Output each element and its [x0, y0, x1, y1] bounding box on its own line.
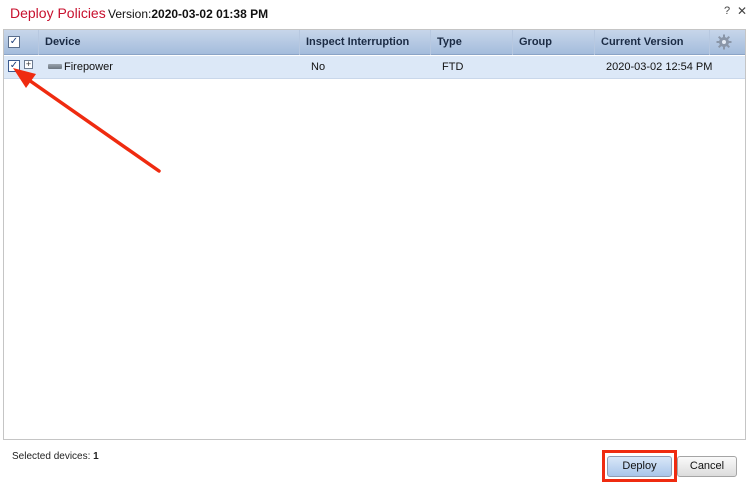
table-row[interactable]: ✓ + Firepower No FTD 2020-03-02 12:54 PM — [4, 56, 745, 79]
column-header-type[interactable]: Type — [430, 30, 512, 55]
cell-group — [518, 56, 524, 79]
cell-current-version: 2020-03-02 12:54 PM — [606, 61, 713, 73]
deploy-button[interactable]: Deploy — [607, 456, 672, 477]
column-header-inspect-interruption[interactable]: Inspect Interruption — [299, 30, 430, 55]
column-header-group[interactable]: Group — [512, 30, 594, 55]
selected-devices-label: Selected devices: — [12, 451, 91, 462]
selected-devices-info: Selected devices: 1 — [12, 451, 99, 462]
device-grid: ✓ Device Inspect Interruption Type Group… — [3, 29, 746, 440]
gear-icon[interactable] — [716, 34, 732, 50]
cell-device: Firepower — [64, 61, 113, 73]
dialog-titlebar: Deploy Policies Version:2020-03-02 01:38… — [0, 0, 750, 26]
dialog-title: Deploy Policies — [10, 5, 106, 21]
cell-inspect-interruption: No — [311, 61, 326, 73]
cancel-button[interactable]: Cancel — [677, 456, 737, 477]
help-icon[interactable]: ? — [724, 5, 730, 17]
column-settings-cell — [709, 30, 745, 55]
version-info: Version:2020-03-02 01:38 PM — [108, 7, 268, 21]
close-icon[interactable]: ✕ — [737, 4, 747, 18]
header-checkbox-cell: ✓ — [4, 30, 38, 55]
version-label: Version: — [108, 7, 152, 21]
select-all-checkbox[interactable]: ✓ — [8, 36, 20, 48]
plus-box-icon[interactable]: + — [24, 60, 33, 69]
selected-devices-count: 1 — [93, 451, 99, 462]
column-header-device[interactable]: Device — [38, 30, 299, 55]
version-value: 2020-03-02 01:38 PM — [151, 7, 269, 21]
column-header-current-version[interactable]: Current Version — [594, 30, 709, 55]
grid-header: ✓ Device Inspect Interruption Type Group… — [4, 30, 745, 55]
row-checkbox[interactable]: ✓ — [8, 60, 20, 72]
cell-type: FTD — [442, 61, 464, 73]
